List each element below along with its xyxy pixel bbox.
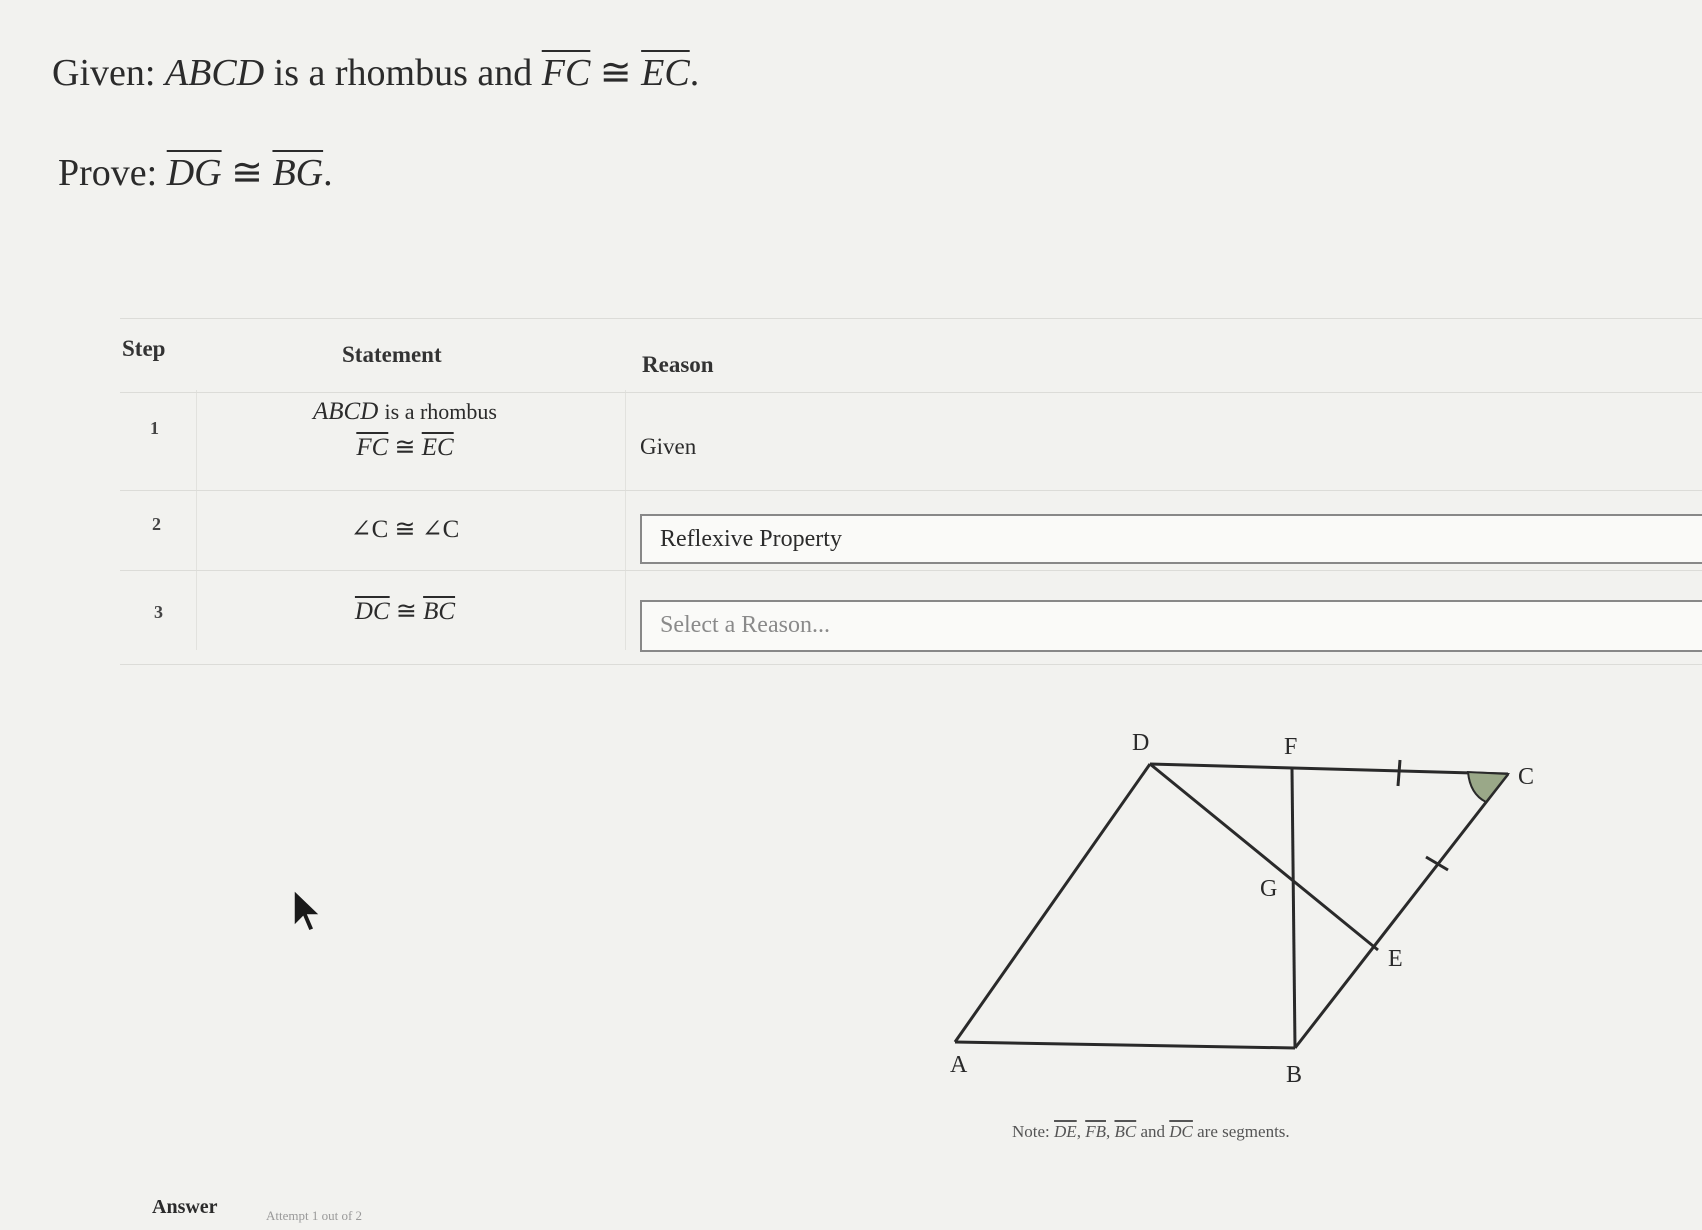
statement-cell: DC ≅ BC xyxy=(275,596,535,626)
step-number: 1 xyxy=(150,418,159,438)
step-number: 3 xyxy=(154,602,163,622)
note-prefix: Note: xyxy=(1012,1122,1050,1141)
given-statement: Given: ABCD is a rhombus and FC ≅ EC. xyxy=(52,50,699,95)
point-label-e: E xyxy=(1388,946,1403,972)
statement-line: ABCD is a rhombus xyxy=(275,398,535,426)
statement-seg: BC xyxy=(423,598,456,625)
attempt-counter: Attempt 1 out of 2 xyxy=(266,1208,363,1223)
statement-text: is a rhombus xyxy=(384,399,497,424)
given-seg-fc: FC xyxy=(541,52,591,94)
page: Given: ABCD is a rhombus and FC ≅ EC. Pr… xyxy=(0,0,1702,1230)
point-label-f: F xyxy=(1284,734,1297,760)
segment-bc xyxy=(1293,773,1510,1049)
point-label-d: D xyxy=(1132,730,1149,756)
prove-statement: Prove: DG ≅ BG. xyxy=(58,150,333,195)
header-statement: Statement xyxy=(342,342,442,367)
prove-label: Prove: xyxy=(58,152,158,194)
given-end: . xyxy=(689,52,700,94)
point-label-b: B xyxy=(1286,1062,1302,1088)
diagram-note: Note: DE, FB, BC and DC are segments. xyxy=(1012,1122,1290,1141)
prove-seg-dg: DG xyxy=(166,152,222,194)
note-seg: DC xyxy=(1169,1122,1193,1141)
tick-mark-ec xyxy=(1425,855,1449,872)
tick-mark-fc xyxy=(1396,759,1402,787)
step-number: 2 xyxy=(152,514,161,534)
given-cong: ≅ xyxy=(599,52,632,94)
point-label-a: A xyxy=(950,1052,968,1078)
statement-cong: ≅ xyxy=(395,598,417,625)
row-border xyxy=(120,490,1702,491)
given-label: Given: xyxy=(52,52,156,94)
segment-fb xyxy=(1290,768,1297,1049)
mouse-cursor-icon xyxy=(293,888,322,932)
select-reason-dropdown[interactable]: Select a Reason... xyxy=(640,600,1702,652)
step-column-divider xyxy=(196,390,197,650)
given-figure: ABCD xyxy=(164,52,265,94)
header-row-border xyxy=(120,392,1702,393)
prove-end: . xyxy=(323,152,333,194)
statement-cong: ≅ xyxy=(394,434,416,461)
reason-cell: Given xyxy=(640,434,697,459)
statement-cell: ABCD is a rhombus FC ≅ EC xyxy=(275,398,535,462)
segment-ab xyxy=(954,1040,1296,1050)
note-seg: BC xyxy=(1114,1122,1137,1141)
note-seg: FB xyxy=(1085,1122,1106,1141)
statement-seg: EC xyxy=(421,434,454,461)
note-suffix: are segments. xyxy=(1197,1122,1290,1141)
statement-cell: ∠C ≅ ∠C xyxy=(350,516,460,543)
statement-seg: DC xyxy=(354,598,390,625)
statement-line: FC ≅ EC xyxy=(275,432,535,462)
point-label-g: G xyxy=(1260,876,1277,902)
select-reason-placeholder: Select a Reason... xyxy=(660,612,830,638)
given-text: is a rhombus and xyxy=(273,52,533,94)
statement-figure: ABCD xyxy=(313,398,379,425)
reason-field[interactable]: Reflexive Property xyxy=(640,514,1702,564)
segment-de xyxy=(1149,762,1379,952)
angle-c-marker xyxy=(1466,770,1510,804)
table-bottom-border xyxy=(120,664,1702,665)
segment-da xyxy=(953,763,1152,1043)
header-step: Step xyxy=(122,336,166,361)
note-and: and xyxy=(1140,1122,1166,1141)
reason-value: Reflexive Property xyxy=(660,526,842,552)
statement-column-divider xyxy=(625,390,626,650)
header-reason: Reason xyxy=(642,352,714,377)
segment-cd xyxy=(1149,762,1509,776)
given-seg-ec: EC xyxy=(641,52,690,94)
prove-cong: ≅ xyxy=(231,152,263,194)
point-label-c: C xyxy=(1518,764,1534,790)
statement-seg: FC xyxy=(356,434,389,461)
answer-label: Answer xyxy=(152,1196,218,1218)
row-border xyxy=(120,570,1702,571)
table-top-border xyxy=(120,318,1702,319)
note-seg: DE xyxy=(1054,1122,1077,1141)
prove-seg-bg: BG xyxy=(272,152,324,194)
rhombus-diagram: D F C G E A B xyxy=(950,730,1534,1088)
